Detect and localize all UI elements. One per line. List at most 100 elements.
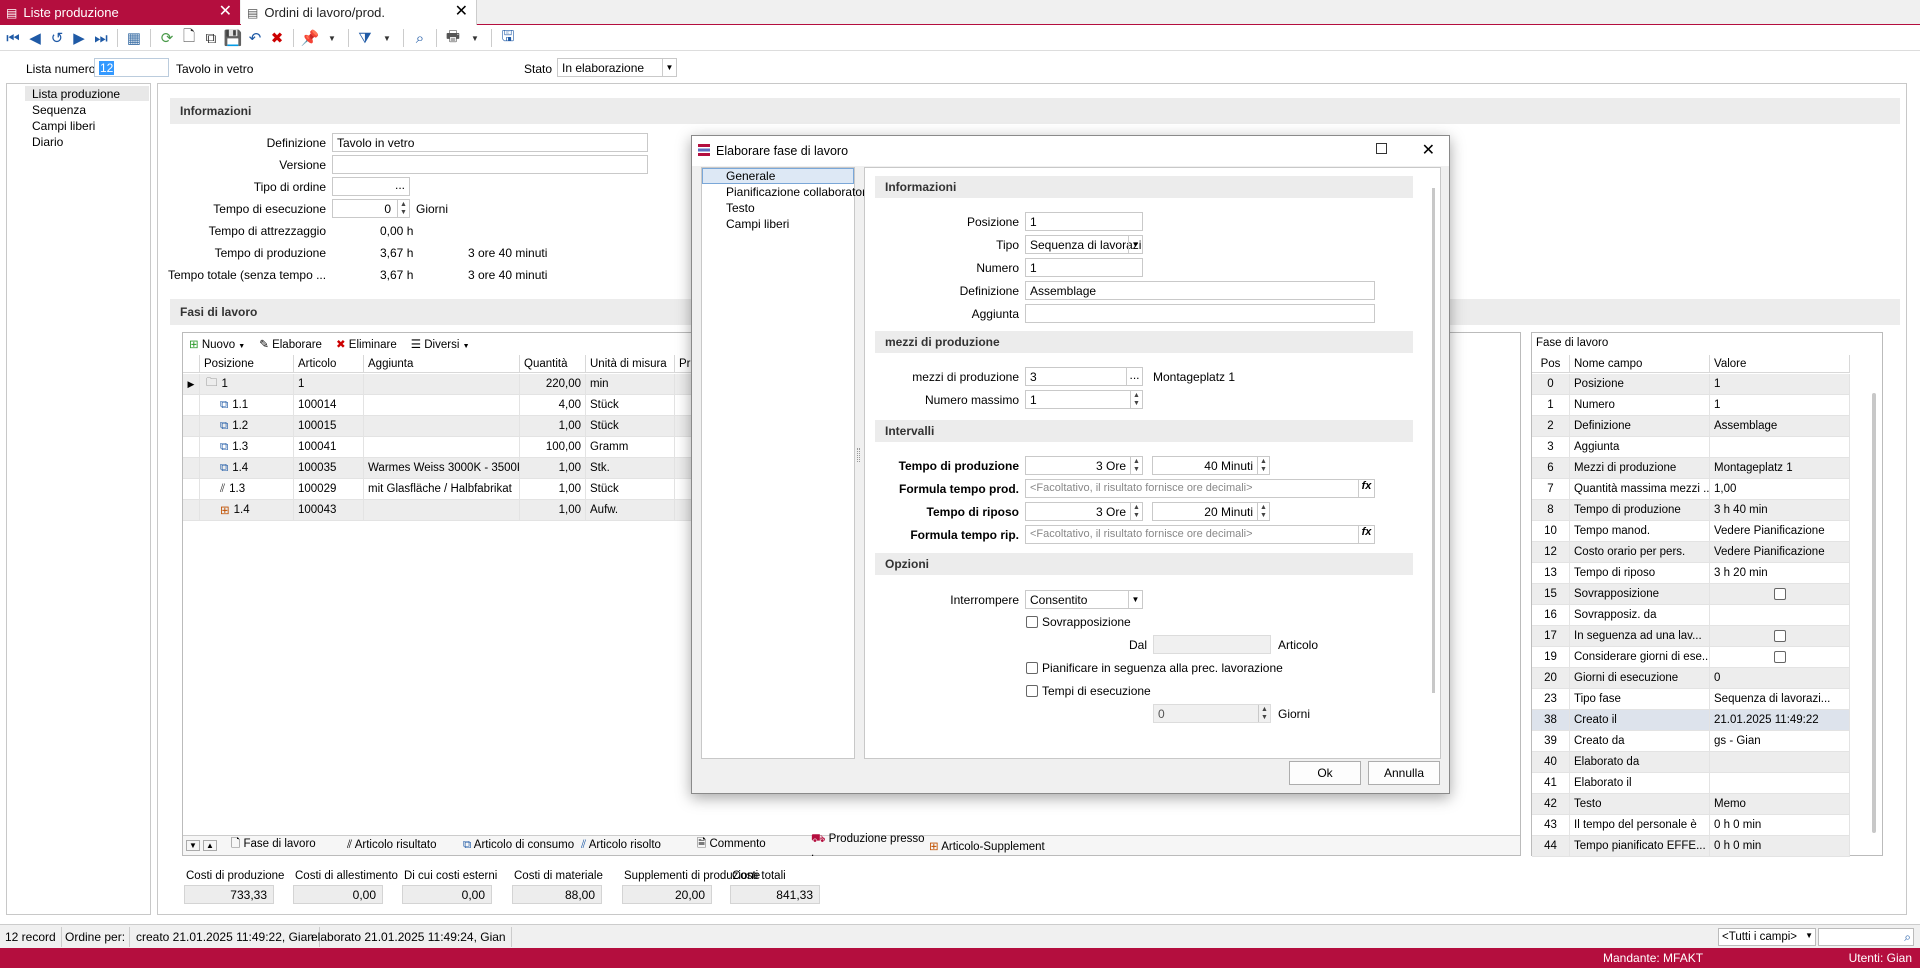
tempo-riposo-minuti[interactable]: 20 Minuti ▲ ▼ — [1152, 502, 1270, 521]
spinner-icon[interactable]: ▲ ▼ — [1258, 705, 1270, 722]
field-filter-select[interactable]: <Tutti i campi> ▼ — [1718, 928, 1816, 946]
dialog-nav-generale[interactable]: Generale — [726, 169, 775, 183]
spinner-icon[interactable]: ▲ ▼ — [1130, 391, 1142, 408]
cell-valore[interactable] — [1710, 647, 1850, 667]
chevron-down-icon[interactable]: ▼ — [1128, 236, 1142, 253]
formula-prod-input[interactable]: <Facoltativo, il risultato fornisce ore … — [1025, 479, 1375, 498]
numero-input[interactable]: 1 — [1025, 258, 1143, 277]
chevron-down-icon[interactable]: ▼ — [321, 27, 343, 49]
col-aggiunta[interactable]: Aggiunta — [364, 355, 520, 372]
table-icon[interactable]: ▦ — [123, 27, 145, 49]
col-nome-campo[interactable]: Nome campo — [1570, 355, 1710, 372]
lista-numero-input[interactable]: 12 — [94, 58, 169, 77]
chevron-down-icon[interactable]: ▼ — [662, 59, 676, 76]
tempo-esecuzione-input[interactable]: 0 ▲ ▼ — [332, 199, 410, 218]
col-unita[interactable]: Unità di misura — [586, 355, 675, 372]
checkbox-box[interactable] — [1026, 662, 1038, 674]
pianificare-checkbox[interactable]: Pianificare in seguenza alla prec. lavor… — [1026, 661, 1283, 675]
table-row[interactable]: ▶ 🗀 1 1 220,00 min — [183, 374, 705, 395]
search-icon[interactable]: ⌕ — [1904, 930, 1911, 945]
table-row[interactable]: 6 Mezzi di produzione Montageplatz 1 — [1532, 458, 1850, 479]
splitter-handle[interactable] — [857, 448, 860, 462]
spinner-icon[interactable]: ▲ ▼ — [1130, 503, 1142, 520]
dialog-nav-pianificazione[interactable]: Pianificazione collaboratori — [726, 185, 869, 199]
table-row[interactable]: 13 Tempo di riposo 3 h 20 min — [1532, 563, 1850, 584]
refresh-icon[interactable]: ⟳ — [156, 27, 178, 49]
sovrapposizione-checkbox[interactable]: Sovrapposizione — [1026, 615, 1131, 629]
tempi-esecuzione-checkbox[interactable]: Tempi di esecuzione — [1026, 684, 1151, 698]
col-posizione[interactable]: Posizione — [200, 355, 294, 372]
table-row[interactable]: ⧉ 1.3 100041 100,00 Gramm — [183, 437, 705, 458]
table-row[interactable]: 41 Elaborato il — [1532, 773, 1850, 794]
checkbox-box[interactable] — [1026, 616, 1038, 628]
legend-articolo-supplement[interactable]: ⊞ Articolo-Supplement — [929, 839, 1045, 853]
definizione-input[interactable]: Tavolo in vetro — [332, 133, 648, 152]
posizione-input[interactable]: 1 — [1025, 212, 1143, 231]
table-row[interactable]: 40 Elaborato da — [1532, 752, 1850, 773]
checkbox-box[interactable] — [1773, 651, 1786, 663]
new-record-icon[interactable]: 🗋 — [178, 27, 200, 49]
back-icon[interactable]: ↺ — [46, 27, 68, 49]
formula-rip-input[interactable]: <Facoltativo, il risultato fornisce ore … — [1025, 525, 1375, 544]
legend-commento[interactable]: 🗎 Commento — [697, 836, 811, 855]
tempo-riposo-ore[interactable]: 3 Ore ▲ ▼ — [1025, 502, 1143, 521]
table-row[interactable]: 8 Tempo di produzione 3 h 40 min — [1532, 500, 1850, 521]
table-row[interactable]: 10 Tempo manod. Vedere Pianificazione — [1532, 521, 1850, 542]
delete-icon[interactable]: ✖ — [266, 27, 288, 49]
cell-valore[interactable] — [1710, 584, 1850, 604]
formula-icon[interactable]: fx — [1358, 526, 1374, 543]
spinner-icon[interactable]: ▲ ▼ — [397, 200, 409, 217]
table-row[interactable]: 17 In seguenza ad una lav... — [1532, 626, 1850, 647]
tempi-esecuzione-input[interactable]: 0 ▲ ▼ — [1153, 704, 1271, 723]
table-row[interactable]: 3 Aggiunta — [1532, 437, 1850, 458]
chevron-down-icon[interactable]: ▼ — [376, 27, 398, 49]
first-record-icon[interactable]: ⏮ — [2, 27, 24, 49]
search-list-icon[interactable]: ⌕ — [409, 27, 431, 49]
spinner-icon[interactable]: ▲ ▼ — [1130, 457, 1142, 474]
col-quantita[interactable]: Quantità — [520, 355, 586, 372]
table-row[interactable]: 19 Considerare giorni di ese... — [1532, 647, 1850, 668]
table-row[interactable]: 42 Testo Memo — [1532, 794, 1850, 815]
legend-produzione-presso[interactable]: ⛟ Produzione presso . — [811, 832, 929, 859]
elaborare-button[interactable]: ✎ Elaborare — [259, 337, 322, 351]
col-pos[interactable]: Pos — [1532, 355, 1570, 372]
table-row[interactable]: 23 Tipo fase Sequenza di lavorazi... — [1532, 689, 1850, 710]
eliminare-button[interactable]: ✖ Eliminare — [336, 337, 397, 351]
formula-icon[interactable]: fx — [1358, 480, 1374, 497]
annulla-button[interactable]: Annulla — [1368, 761, 1440, 785]
table-row[interactable]: 2 Definizione Assemblage — [1532, 416, 1850, 437]
checkbox-box[interactable] — [1773, 588, 1786, 600]
ok-button[interactable]: Ok — [1289, 761, 1361, 785]
table-row[interactable]: ⧉ 1.4 100035 Warmes Weiss 3000K - 3500K 1,00… — [183, 458, 705, 479]
maximize-icon[interactable] — [1376, 143, 1387, 154]
close-icon[interactable]: ✕ — [455, 3, 468, 21]
chevron-down-icon[interactable]: ▼ — [1805, 931, 1813, 940]
table-row[interactable]: ⧉ 1.1 100014 4,00 Stück — [183, 395, 705, 416]
nav-item-lista-produzione[interactable]: Lista produzione — [32, 87, 120, 101]
print-icon[interactable]: 🖶 — [442, 27, 464, 49]
tempo-produzione-minuti[interactable]: 40 Minuti ▲ ▼ — [1152, 456, 1270, 475]
legend-articolo-consumo[interactable]: ⧉ Articolo di consumo — [463, 839, 581, 852]
numero-massimo-input[interactable]: 1 ▲ ▼ — [1025, 390, 1143, 409]
scrollbar[interactable] — [1872, 393, 1876, 833]
col-valore[interactable]: Valore — [1710, 355, 1850, 372]
table-row[interactable]: 43 Il tempo del personale è0 h 0 min — [1532, 815, 1850, 836]
tempo-produzione-ore[interactable]: 3 Ore ▲ ▼ — [1025, 456, 1143, 475]
undo-icon[interactable]: ↶ — [244, 27, 266, 49]
interrompere-select[interactable]: Consentito ▼ — [1025, 590, 1143, 609]
save-icon[interactable]: 💾 — [222, 27, 244, 49]
legend-fase-di-lavoro[interactable]: 🗋 Fase di lavoro — [231, 836, 347, 855]
next-record-icon[interactable]: ▶ — [68, 27, 90, 49]
definizione-input[interactable]: Assemblage — [1025, 281, 1375, 300]
tipo-select[interactable]: Sequenza di lavorazi ▼ — [1025, 235, 1143, 254]
spinner-icon[interactable]: ▲ ▼ — [1257, 457, 1269, 474]
dialog-nav-testo[interactable]: Testo — [726, 201, 755, 215]
chevron-down-icon[interactable]: ▼ — [186, 840, 200, 851]
table-row[interactable]: 16 Sovrapposiz. da — [1532, 605, 1850, 626]
tipo-ordine-input[interactable]: ... — [332, 177, 410, 196]
ellipsis-button[interactable]: ... — [1126, 368, 1142, 385]
pin-icon[interactable]: 📌 — [299, 27, 321, 49]
chevron-down-icon[interactable]: ▼ — [464, 27, 486, 49]
search-input[interactable]: ⌕ — [1818, 928, 1914, 946]
nav-item-campi-liberi[interactable]: Campi liberi — [32, 119, 95, 133]
